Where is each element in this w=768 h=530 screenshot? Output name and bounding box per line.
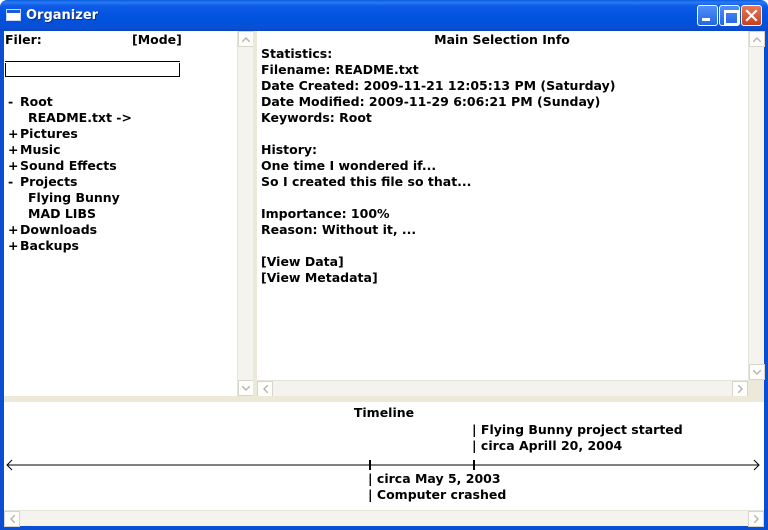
- expand-icon[interactable]: +: [8, 142, 20, 158]
- expand-icon[interactable]: +: [8, 238, 20, 254]
- scrollbar-corner: [748, 380, 764, 396]
- event-description: Flying Bunny project started: [480, 422, 683, 437]
- filer-vertical-scrollbar[interactable]: [237, 31, 254, 396]
- timeline-event-computer-crash[interactable]: | circa May 5, 2003 | Computer crashed: [368, 471, 506, 503]
- event-description: Computer crashed: [376, 487, 507, 502]
- info-line: Date Created: 2009-11-21 12:05:13 PM (Sa…: [261, 78, 616, 93]
- chevron-up-icon: [753, 36, 761, 42]
- tree-item-label: Music: [20, 142, 61, 157]
- filer-pane: Filer: [Mode] - Root README.txt -> + Picture…: [4, 31, 237, 396]
- close-button[interactable]: [741, 5, 762, 26]
- scroll-down-button[interactable]: [749, 364, 765, 380]
- info-link[interactable]: [View Data]: [261, 254, 615, 270]
- info-line: Keywords: Root: [261, 110, 372, 125]
- title-bar[interactable]: Organizer: [0, 0, 768, 31]
- tree-item[interactable]: + Downloads: [8, 222, 97, 238]
- scroll-left-button[interactable]: [4, 511, 20, 527]
- scroll-right-button[interactable]: [732, 381, 748, 397]
- tree-item-label: Flying Bunny: [28, 190, 120, 205]
- tree-item[interactable]: + Pictures: [8, 126, 78, 142]
- tree-item[interactable]: MAD LIBS: [28, 206, 96, 222]
- tree-item[interactable]: - Root: [8, 94, 53, 110]
- filer-label: Filer:: [5, 32, 42, 47]
- tree-item-label: Root: [20, 94, 53, 109]
- window-title: Organizer: [26, 8, 99, 23]
- app-icon: [6, 9, 21, 21]
- event-date: circa May 5, 2003: [376, 471, 501, 486]
- info-line: Date Modified: 2009-11-29 6:06:21 PM (Su…: [261, 94, 601, 109]
- chevron-up-icon: [242, 36, 250, 42]
- info-line: Filename: README.txt: [261, 62, 419, 77]
- chevron-right-icon: [737, 385, 743, 393]
- close-icon: [745, 9, 758, 22]
- collapse-icon[interactable]: -: [8, 174, 20, 190]
- info-line: [261, 126, 615, 142]
- info-horizontal-scrollbar[interactable]: [257, 380, 748, 397]
- info-vertical-scrollbar[interactable]: [748, 31, 765, 380]
- scroll-left-button[interactable]: [257, 381, 273, 397]
- info-line: History:: [261, 142, 318, 157]
- chevron-right-icon: [753, 515, 759, 523]
- tree-item-label: README.txt ->: [28, 110, 132, 125]
- mode-button[interactable]: [Mode]: [132, 32, 182, 47]
- tree-item[interactable]: + Sound Effects: [8, 158, 117, 174]
- info-title: Main Selection Info: [434, 32, 570, 47]
- tree-item-label: Downloads: [20, 222, 98, 237]
- chevron-left-icon: [9, 515, 15, 523]
- window-frame-bottom: [0, 526, 768, 530]
- expand-icon[interactable]: +: [8, 222, 20, 238]
- tree-item-label: MAD LIBS: [28, 206, 96, 221]
- maximize-button[interactable]: [719, 5, 740, 26]
- window-frame-right: [764, 31, 768, 530]
- timeline-pane: Timeline | Flying Bunny project started …: [4, 402, 764, 510]
- timeline-horizontal-scrollbar[interactable]: [4, 510, 764, 527]
- tree-item-label: Backups: [20, 238, 79, 253]
- tree-item-label: Sound Effects: [20, 158, 117, 173]
- info-link[interactable]: [View Metadata]: [261, 270, 615, 286]
- info-line: Importance: 100%: [261, 206, 390, 221]
- info-line: [261, 190, 615, 206]
- info-line: So I created this file so that...: [261, 174, 472, 189]
- filer-input-border: [5, 61, 180, 62]
- info-line: Reason: Without it, ...: [261, 222, 417, 237]
- info-line: [261, 238, 615, 254]
- timeline-event-flying-bunny[interactable]: | Flying Bunny project started | circa A…: [472, 422, 683, 454]
- collapse-icon[interactable]: -: [8, 94, 20, 110]
- scroll-right-button[interactable]: [748, 511, 764, 527]
- tree-item[interactable]: README.txt ->: [28, 110, 132, 126]
- tree-item[interactable]: + Music: [8, 142, 60, 158]
- tree-item-label: Pictures: [20, 126, 78, 141]
- filer-search-input[interactable]: [5, 63, 180, 77]
- tree-item[interactable]: + Backups: [8, 238, 79, 254]
- info-pane: Main Selection Info Statistics: Filename:…: [257, 31, 764, 396]
- expand-icon[interactable]: +: [8, 158, 20, 174]
- chevron-down-icon: [753, 369, 761, 375]
- minimize-button[interactable]: [697, 5, 718, 26]
- timeline-axis: [6, 459, 760, 471]
- scroll-up-button[interactable]: [238, 31, 254, 47]
- info-line: Statistics:: [261, 46, 333, 61]
- scroll-up-button[interactable]: [749, 31, 765, 47]
- chevron-down-icon: [242, 385, 250, 391]
- info-line: One time I wondered if...: [261, 158, 437, 173]
- chevron-left-icon: [262, 385, 268, 393]
- tree-item[interactable]: - Projects: [8, 174, 78, 190]
- tree-item[interactable]: Flying Bunny: [28, 190, 120, 206]
- event-date: circa Aprill 20, 2004: [480, 438, 623, 453]
- timeline-title: Timeline: [353, 405, 415, 420]
- scroll-down-button[interactable]: [238, 380, 254, 396]
- info-content: Statistics: Filename: README.txt Date Crea…: [261, 46, 615, 286]
- expand-icon[interactable]: +: [8, 126, 20, 142]
- tree-item-label: Projects: [20, 174, 78, 189]
